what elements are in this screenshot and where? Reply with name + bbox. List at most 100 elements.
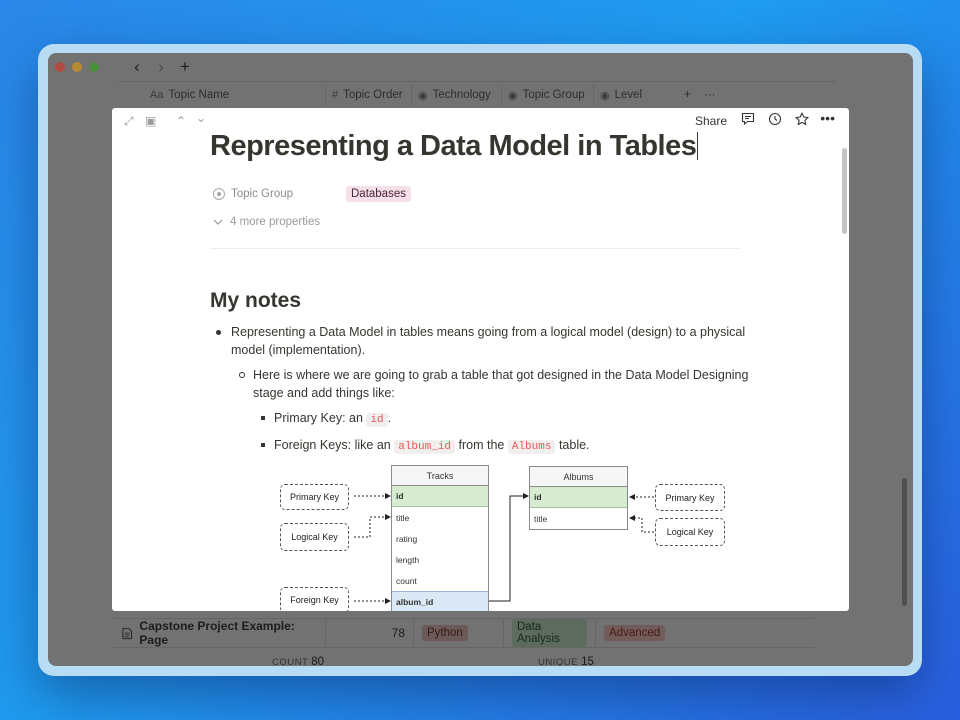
add-column-button[interactable]: + [674, 85, 698, 105]
unique-value: 15 [581, 656, 594, 666]
list-item-text: Primary Key: an [274, 411, 363, 425]
chevron-down-icon[interactable]: ⌄ [196, 111, 206, 125]
window-controls [55, 62, 99, 72]
row-order-cell[interactable]: 78 [326, 619, 414, 647]
table-row: rating [396, 533, 418, 544]
text-cursor [697, 132, 699, 160]
history-icon[interactable] [768, 112, 782, 129]
page-title[interactable]: Representing a Data Model in Tables [210, 130, 699, 163]
technology-tag: Python [422, 625, 468, 641]
more-options-button[interactable]: ··· [698, 85, 722, 105]
list-item-text: Representing a Data Model in tables mean… [231, 325, 746, 357]
table-row: length [396, 554, 420, 565]
minimize-window-button[interactable] [72, 62, 82, 72]
list-item-text: . [387, 411, 392, 425]
table-row: count [396, 575, 417, 586]
more-actions-icon[interactable]: ••• [820, 110, 835, 126]
share-button[interactable]: Share [695, 114, 727, 128]
column-topic-order[interactable]: # Topic Order [326, 85, 412, 105]
close-window-button[interactable] [55, 62, 65, 72]
column-level[interactable]: ◉ Level [594, 85, 674, 105]
back-button[interactable]: ‹ [130, 57, 144, 77]
view-mode-icon[interactable]: ▣ [145, 114, 156, 128]
comment-icon[interactable] [741, 112, 755, 128]
page-title-text: Representing a Data Model in Tables [210, 130, 697, 162]
table-header: Aa Topic Name # Topic Order ◉ Technology… [144, 85, 722, 105]
column-technology[interactable]: ◉ Technology [412, 85, 502, 105]
tracks-table: Tracks id title rating length count albu… [391, 465, 489, 611]
list-item[interactable]: Foreign Keys: like an album_id from the … [210, 436, 750, 456]
logical-key-label: Logical Key [280, 523, 349, 551]
list-item-text: Here is where we are going to grab a tab… [253, 368, 749, 400]
column-label: Topic Name [168, 89, 230, 101]
column-label: Topic Group [522, 89, 585, 101]
divider [210, 248, 741, 249]
row-order: 78 [391, 626, 405, 640]
table-row[interactable]: Capstone Project Example: Page 78 Python… [114, 618, 814, 648]
unique-label: UNIQUE [538, 657, 578, 666]
favorite-star-icon[interactable] [794, 111, 810, 129]
group-tag: Data Analysis [512, 619, 587, 647]
list-item-text: from the [458, 438, 505, 452]
primary-key-label: Primary Key [655, 484, 725, 511]
table-row: title [396, 512, 410, 523]
list-item-text: Foreign Keys: like an [274, 438, 391, 452]
databases-tag[interactable]: Databases [346, 186, 411, 202]
primary-key-label: Primary Key [280, 484, 349, 510]
chevron-down-icon [213, 219, 223, 225]
select-property-icon: ◉ [508, 89, 518, 102]
unique-summary[interactable]: UNIQUE 15 [538, 656, 594, 666]
select-property-icon: ◉ [418, 89, 428, 102]
list-item-text: table. [558, 438, 590, 452]
count-summary[interactable]: COUNT 80 [272, 656, 324, 666]
zoom-window-button[interactable] [89, 62, 99, 72]
list-item[interactable]: Representing a Data Model in tables mean… [210, 323, 750, 359]
divider [118, 81, 837, 82]
list-item[interactable]: Primary Key: an id. [210, 409, 750, 429]
column-label: Level [614, 89, 643, 101]
list-item[interactable]: Here is where we are going to grab a tab… [210, 366, 750, 402]
expand-icon[interactable]: ⤢ [124, 114, 134, 129]
level-tag: Advanced [604, 625, 666, 641]
more-properties-label: 4 more properties [230, 216, 321, 228]
data-model-diagram: Primary Key Logical Key Foreign Key Trac… [272, 458, 732, 611]
number-property-icon: # [332, 89, 339, 101]
inline-code: Albums [507, 440, 556, 454]
albums-table-title: Albums [530, 467, 627, 487]
page-scrollbar[interactable] [842, 148, 847, 234]
row-name-cell[interactable]: Capstone Project Example: Page [114, 619, 326, 647]
column-label: Topic Order [343, 89, 403, 101]
row-group-cell[interactable]: Data Analysis [504, 619, 596, 647]
chevron-up-icon[interactable]: ⌃ [176, 114, 186, 128]
column-topic-group[interactable]: ◉ Topic Group [502, 85, 594, 105]
forward-button[interactable]: › [154, 57, 168, 77]
scrollbar[interactable] [902, 478, 907, 606]
table-row: id [392, 486, 488, 507]
row-level-cell[interactable]: Advanced [596, 619, 676, 647]
text-property-icon: Aa [150, 89, 164, 101]
column-topic-name[interactable]: Aa Topic Name [144, 85, 326, 105]
page-icon [122, 627, 132, 639]
tracks-table-title: Tracks [392, 466, 488, 486]
count-value: 80 [311, 656, 325, 666]
property-topic-group[interactable]: Topic Group Databases [213, 186, 411, 202]
notes-list: Representing a Data Model in tables mean… [210, 323, 750, 456]
table-row: album_id [392, 591, 488, 611]
table-footer: COUNT 80 UNIQUE 15 [114, 656, 854, 666]
foreign-key-label: Foreign Key [280, 587, 349, 611]
row-technology-cell[interactable]: Python [414, 619, 504, 647]
more-properties-toggle[interactable]: 4 more properties [213, 216, 320, 228]
new-tab-button[interactable]: + [178, 57, 192, 77]
logical-key-label: Logical Key [655, 518, 725, 546]
table-row: title [534, 513, 548, 524]
row-name: Capstone Project Example: Page [139, 619, 295, 647]
column-label: Technology [432, 89, 491, 101]
inline-code: id [366, 413, 388, 427]
navigation-bar: ‹ › + [130, 57, 192, 77]
select-property-icon [213, 188, 225, 200]
section-heading[interactable]: My notes [210, 289, 301, 313]
inline-code: album_id [394, 440, 456, 454]
count-label: COUNT [272, 657, 309, 666]
table-row: id [530, 487, 627, 508]
albums-table: Albums id title [529, 466, 628, 530]
